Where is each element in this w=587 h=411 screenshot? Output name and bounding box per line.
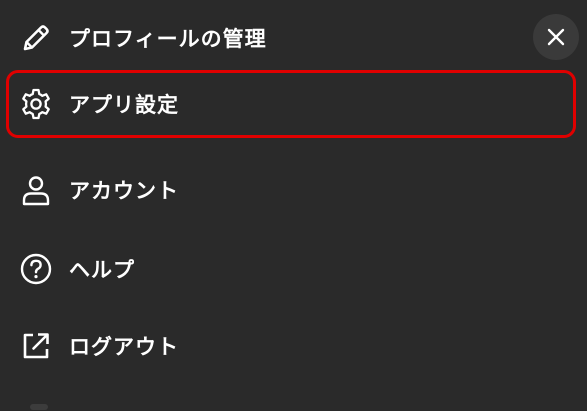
- menu-item-label: アカウント: [69, 179, 179, 203]
- menu-item-logout[interactable]: ログアウト: [0, 308, 587, 384]
- menu-item-manage-profile[interactable]: プロフィールの管理: [0, 0, 587, 76]
- help-circle-icon: [18, 251, 54, 287]
- menu-item-label: アプリ設定: [69, 93, 179, 117]
- menu-item-label: ログアウト: [69, 335, 179, 359]
- partial-icon: [30, 404, 48, 410]
- menu-item-label: ヘルプ: [69, 258, 135, 282]
- menu-item-account[interactable]: アカウント: [0, 152, 587, 228]
- menu-panel: プロフィールの管理 アプリ設定 アカウント ヘルプ ログアウト: [0, 0, 587, 411]
- external-link-icon: [18, 328, 54, 364]
- menu-item-label: プロフィールの管理: [69, 27, 267, 51]
- menu-item-app-settings[interactable]: アプリ設定: [0, 66, 587, 142]
- menu-item-partial: [0, 396, 587, 411]
- pencil-icon: [18, 20, 54, 56]
- person-icon: [18, 172, 54, 208]
- menu-item-help[interactable]: ヘルプ: [0, 231, 587, 307]
- gear-icon: [18, 86, 54, 122]
